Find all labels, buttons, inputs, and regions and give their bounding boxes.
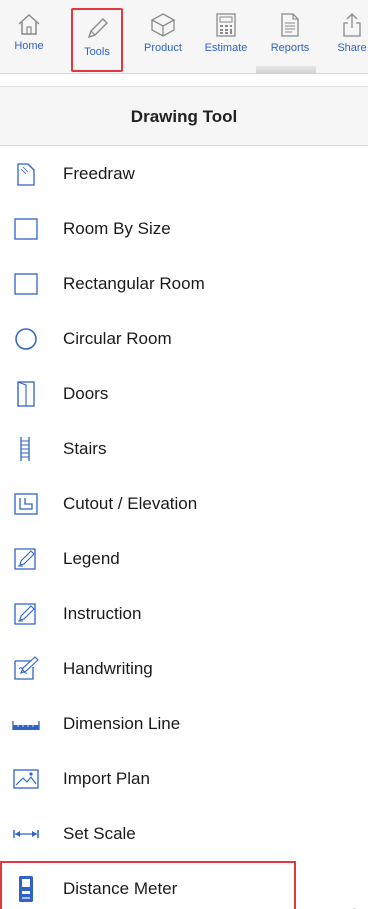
tool-item-distance-meter[interactable]: Distance Meter [0, 861, 296, 909]
toolbar-item-estimate[interactable]: Estimate [196, 6, 256, 66]
toolbar-item-home[interactable]: Home [6, 6, 52, 66]
tool-item-import-plan[interactable]: Import Plan [0, 751, 368, 806]
tool-item-legend[interactable]: Legend [0, 531, 368, 586]
toolbar-item-reports[interactable]: Reports [262, 6, 318, 66]
top-toolbar: Home Tools Product Estimate Reports Shar… [0, 0, 368, 74]
square-icon [14, 218, 38, 240]
door-icon [17, 381, 35, 407]
tool-label: Stairs [63, 439, 107, 458]
tool-label: Doors [63, 384, 109, 403]
tool-item-instruction[interactable]: Instruction [0, 586, 368, 641]
toolbar-item-tools[interactable]: Tools [71, 8, 123, 72]
tool-item-cutout-elevation[interactable]: Cutout / Elevation [0, 476, 368, 531]
tool-item-set-scale[interactable]: Set Scale [0, 806, 368, 861]
document-icon [281, 13, 299, 37]
square-icon [14, 273, 38, 295]
tool-item-handwriting[interactable]: Handwriting [0, 641, 368, 696]
instruction-icon [14, 603, 36, 625]
tool-item-doors[interactable]: Doors [0, 366, 368, 421]
legend-icon [14, 548, 36, 570]
toolbar-label-home: Home [14, 40, 44, 52]
tool-item-room-by-size[interactable]: Room By Size [0, 201, 368, 256]
tool-label: Instruction [63, 604, 142, 623]
tool-label: Dimension Line [63, 714, 181, 733]
tool-label: Legend [63, 549, 120, 568]
scale-icon [13, 830, 39, 838]
tool-label: Handwriting [63, 659, 153, 678]
tool-label: Distance Meter [63, 879, 178, 898]
image-icon [13, 769, 39, 789]
page-title: Drawing Tool [130, 107, 238, 126]
stairs-icon [20, 437, 30, 461]
cutout-icon [14, 493, 38, 515]
title-bar: Drawing Tool [0, 86, 368, 146]
share-icon [343, 13, 361, 37]
dimension-line-icon [12, 721, 40, 730]
chevron-right-icon: > [353, 904, 362, 909]
toolbar-item-share[interactable]: Share [332, 6, 368, 66]
handwriting-icon [14, 656, 39, 680]
tool-label: Room By Size [63, 219, 171, 238]
pencil-icon [87, 18, 108, 39]
home-icon [18, 13, 40, 35]
drawing-tool-list: Freedraw Room By Size Rectangular Room C… [0, 146, 368, 909]
tool-label: Circular Room [63, 329, 172, 348]
circle-icon [15, 328, 37, 350]
toolbar-label-product: Product [144, 42, 182, 54]
toolbar-label-reports: Reports [270, 42, 310, 54]
tool-item-circular-room[interactable]: Circular Room [0, 311, 368, 366]
box-icon [150, 13, 176, 37]
toolbar-label-share: Share [337, 42, 367, 54]
tool-item-freedraw[interactable]: Freedraw [0, 146, 368, 201]
tool-label: Rectangular Room [63, 274, 205, 293]
tool-label: Cutout / Elevation [63, 494, 198, 513]
toolbar-scroll-indicator [256, 66, 316, 74]
toolbar-label-tools: Tools [84, 46, 110, 58]
tool-label: Import Plan [63, 769, 150, 788]
toolbar-item-product[interactable]: Product [136, 6, 190, 66]
tool-item-stairs[interactable]: Stairs [0, 421, 368, 476]
tool-item-dimension-line[interactable]: Dimension Line [0, 696, 368, 751]
calculator-icon [216, 13, 236, 37]
freedraw-icon [17, 163, 35, 186]
tool-label: Freedraw [63, 164, 135, 183]
toolbar-label-estimate: Estimate [204, 42, 248, 54]
tool-item-rectangular-room[interactable]: Rectangular Room [0, 256, 368, 311]
tool-label: Set Scale [63, 824, 136, 843]
distance-meter-icon [19, 876, 33, 902]
